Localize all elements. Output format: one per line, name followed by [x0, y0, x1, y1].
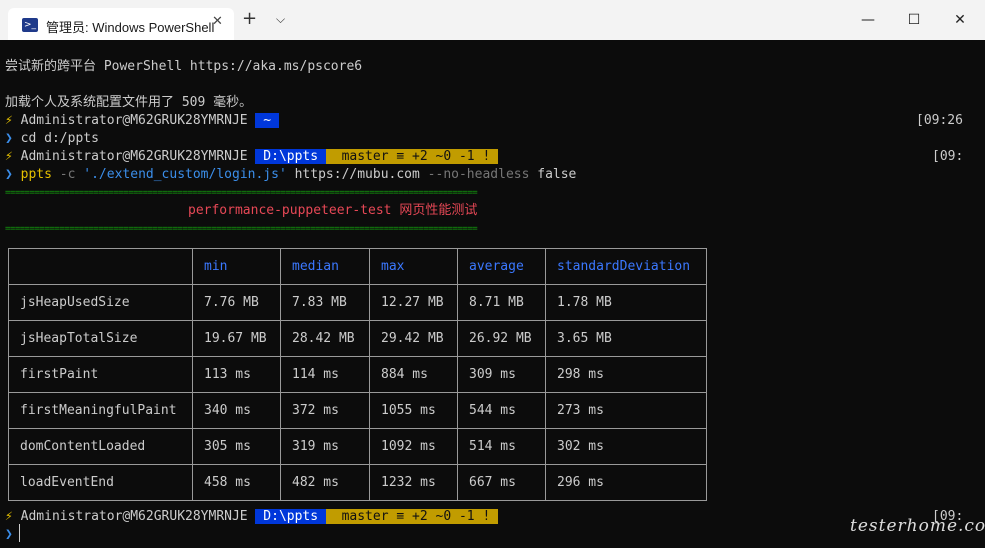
separator-rule: ========================================…: [5, 224, 478, 234]
table-cell: 372 ms: [280, 392, 370, 429]
terminal-area[interactable]: 尝试新的跨平台 PowerShell https://aka.ms/pscore…: [0, 40, 985, 548]
table-cell: 298 ms: [545, 356, 707, 393]
metric-name: loadEventEnd: [8, 464, 193, 501]
prompt-chevron-icon: ❯: [5, 131, 13, 146]
table-cell: 305 ms: [192, 428, 281, 465]
table-cell: 1092 ms: [369, 428, 458, 465]
table-cell: 884 ms: [369, 356, 458, 393]
table-cell: 309 ms: [457, 356, 546, 393]
bolt-icon: ⚡: [5, 509, 13, 524]
table-cell: 113 ms: [192, 356, 281, 393]
command-text: cd d:/ppts: [12, 131, 99, 146]
command-line-2: ❯ ppts -c './extend_custom/login.js' htt…: [5, 166, 576, 184]
prompt-git-status: master ≡ +2 ~0 -1 !: [325, 149, 499, 164]
table-row: firstMeaningfulPaint 340 ms 372 ms 1055 …: [8, 392, 707, 429]
command-value: false: [529, 167, 577, 182]
command-url: https://mubu.com: [286, 167, 428, 182]
table-header-row: min median max average standardDeviation: [8, 248, 707, 285]
table-cell: 29.42 MB: [369, 320, 458, 357]
command-string: './extend_custom/login.js': [83, 167, 287, 182]
header-cell: median: [280, 248, 370, 285]
table-cell: 514 ms: [457, 428, 546, 465]
table-cell: 1055 ms: [369, 392, 458, 429]
table-cell: 340 ms: [192, 392, 281, 429]
table-cell: 1232 ms: [369, 464, 458, 501]
table-row: loadEventEnd 458 ms 482 ms 1232 ms 667 m…: [8, 464, 707, 501]
header-cell: standardDeviation: [545, 248, 707, 285]
metric-name: firstMeaningfulPaint: [8, 392, 193, 429]
prompt-git-status: master ≡ +2 ~0 -1 !: [325, 509, 499, 524]
header-cell: max: [369, 248, 458, 285]
header-cell: average: [457, 248, 546, 285]
table-cell: 458 ms: [192, 464, 281, 501]
table-cell: 19.67 MB: [192, 320, 281, 357]
minimize-button[interactable]: —: [845, 0, 891, 40]
bolt-icon: ⚡: [5, 113, 13, 128]
prompt-user: Administrator@M62GRUK28YMRNJE: [12, 113, 256, 128]
prompt-user: Administrator@M62GRUK28YMRNJE: [12, 509, 256, 524]
intro-line-1: 尝试新的跨平台 PowerShell https://aka.ms/pscore…: [5, 59, 363, 74]
table-row: jsHeapUsedSize 7.76 MB 7.83 MB 12.27 MB …: [8, 284, 707, 321]
table-cell: 482 ms: [280, 464, 370, 501]
header-cell: [8, 248, 193, 285]
new-tab-button[interactable]: +: [242, 9, 257, 29]
prompt-chevron-icon: ❯: [5, 167, 13, 182]
results-table: min median max average standardDeviation…: [8, 248, 707, 501]
table-cell: 26.92 MB: [457, 320, 546, 357]
metric-name: jsHeapTotalSize: [8, 320, 193, 357]
prompt-line-3: ⚡ Administrator@M62GRUK28YMRNJE D:\ppts …: [5, 508, 499, 526]
title-bar: >_ 管理员: Windows PowerShell ✕ + ⌵ — ☐ ✕: [0, 0, 985, 40]
table-cell: 296 ms: [545, 464, 707, 501]
prompt-line-2: ⚡ Administrator@M62GRUK28YMRNJE D:\ppts …: [5, 148, 499, 166]
table-cell: 1.78 MB: [545, 284, 707, 321]
table-cell: 28.42 MB: [280, 320, 370, 357]
command-name: ppts: [12, 167, 52, 182]
metric-name: domContentLoaded: [8, 428, 193, 465]
header-cell: min: [192, 248, 281, 285]
bolt-icon: ⚡: [5, 149, 13, 164]
table-row: jsHeapTotalSize 19.67 MB 28.42 MB 29.42 …: [8, 320, 707, 357]
table-cell: 273 ms: [545, 392, 707, 429]
prompt-path: D:\ppts: [255, 149, 326, 164]
banner-title: performance-puppeteer-test 网页性能测试: [188, 203, 478, 218]
table-cell: 302 ms: [545, 428, 707, 465]
metric-name: jsHeapUsedSize: [8, 284, 193, 321]
table-cell: 667 ms: [457, 464, 546, 501]
chevron-down-icon[interactable]: ⌵: [276, 12, 285, 27]
table-cell: 3.65 MB: [545, 320, 707, 357]
command-line-3[interactable]: ❯: [5, 526, 13, 544]
table-cell: 544 ms: [457, 392, 546, 429]
maximize-button[interactable]: ☐: [891, 0, 937, 40]
command-flag: -c: [51, 167, 84, 182]
tab-title: 管理员: Windows PowerShell: [46, 20, 215, 35]
table-cell: 7.76 MB: [192, 284, 281, 321]
prompt-time: [09:26: [916, 113, 963, 128]
prompt-chevron-icon: ❯: [5, 527, 13, 542]
prompt-line-1: ⚡ Administrator@M62GRUK28YMRNJE ~: [5, 112, 279, 130]
table-cell: 7.83 MB: [280, 284, 370, 321]
watermark: testerhome.com: [850, 516, 985, 536]
prompt-path: D:\ppts: [255, 509, 326, 524]
command-option: --no-headless: [427, 167, 530, 182]
table-cell: 12.27 MB: [369, 284, 458, 321]
prompt-time: [09:: [932, 149, 964, 164]
separator-rule: ========================================…: [5, 188, 478, 198]
table-cell: 319 ms: [280, 428, 370, 465]
prompt-path: ~: [255, 113, 279, 128]
table-row: domContentLoaded 305 ms 319 ms 1092 ms 5…: [8, 428, 707, 465]
tab-powershell[interactable]: >_ 管理员: Windows PowerShell ✕: [8, 8, 234, 40]
table-cell: 8.71 MB: [457, 284, 546, 321]
text-cursor: [19, 524, 20, 542]
table-cell: 114 ms: [280, 356, 370, 393]
table-row: firstPaint 113 ms 114 ms 884 ms 309 ms 2…: [8, 356, 707, 393]
powershell-icon: >_: [22, 18, 38, 32]
close-button[interactable]: ✕: [937, 0, 983, 40]
metric-name: firstPaint: [8, 356, 193, 393]
tab-close-icon[interactable]: ✕: [212, 14, 223, 29]
command-line-1: ❯ cd d:/ppts: [5, 130, 99, 148]
prompt-user: Administrator@M62GRUK28YMRNJE: [12, 149, 256, 164]
intro-line-2: 加载个人及系统配置文件用了 509 毫秒。: [5, 95, 253, 110]
